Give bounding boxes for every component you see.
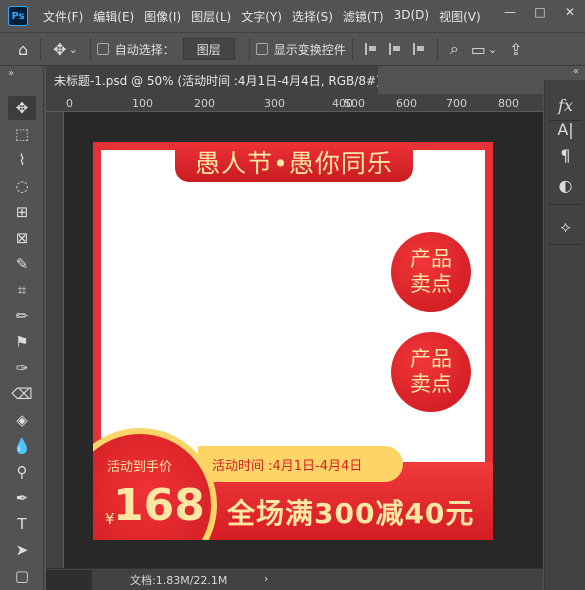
workspace-icon[interactable]: ▭	[471, 40, 486, 59]
brush-tool-icon[interactable]: ✏	[8, 304, 36, 328]
feature-badge-text: 产品 卖点	[410, 347, 452, 396]
pen-tool-icon[interactable]: ✒	[8, 486, 36, 510]
paths-panel-icon[interactable]: ⟡	[545, 214, 585, 240]
paragraph-panel-icon[interactable]: ¶	[545, 142, 585, 168]
main-menu: 文件(F) 编辑(E) 图像(I) 图层(L) 文字(Y) 选择(S) 滤镜(T…	[38, 8, 486, 25]
adjustments-icon[interactable]: ◐	[545, 172, 585, 198]
promo-text: 全场满300减40元	[227, 497, 475, 530]
menu-file[interactable]: 文件(F)	[38, 8, 88, 25]
align-center-icon[interactable]	[388, 43, 401, 55]
ruler-label: 300	[264, 97, 285, 110]
search-icon[interactable]: ⌕	[450, 39, 459, 59]
divider	[40, 38, 42, 60]
quick-select-tool-icon[interactable]: ◌	[8, 174, 36, 198]
menu-filter[interactable]: 滤镜(T)	[338, 8, 389, 25]
right-panel-collapse-icon[interactable]: «	[544, 66, 585, 80]
feature-badge: 产品 卖点	[391, 232, 471, 312]
ruler-label: 200	[194, 97, 215, 110]
history-brush-tool-icon[interactable]: ✑	[8, 356, 36, 380]
workspace-chevron-down-icon[interactable]: ⌄	[488, 43, 497, 56]
zoom-field[interactable]	[46, 570, 92, 590]
menu-view[interactable]: 视图(V)	[434, 8, 486, 25]
path-selection-tool-icon[interactable]: ➤	[8, 538, 36, 562]
divider	[549, 204, 582, 205]
type-tool-icon[interactable]: T	[8, 512, 36, 536]
minimize-button[interactable]: —	[495, 0, 525, 24]
window-controls: — □ ✕	[495, 0, 585, 24]
right-panel-dock: fx A| ¶ ◐ ⟡	[544, 80, 585, 590]
options-bar: ⌂ ✥ ⌄ 自动选择： 图层 显示变换控件 ⌕ ▭ ⌄ ⇪	[0, 32, 585, 66]
vertical-ruler[interactable]	[46, 112, 64, 568]
align-left-icon[interactable]	[364, 43, 377, 55]
character-panel-icon[interactable]: A|	[545, 116, 585, 142]
divider	[351, 38, 353, 60]
lasso-tool-icon[interactable]: ⌇	[8, 148, 36, 172]
menu-layer[interactable]: 图层(L)	[186, 8, 236, 25]
status-bar: 文档:1.83M/22.1M ›	[46, 568, 543, 590]
move-tool-icon[interactable]: ✥	[8, 96, 36, 120]
blur-tool-icon[interactable]: 💧	[8, 434, 36, 458]
healing-brush-tool-icon[interactable]: ⌗	[8, 278, 36, 302]
event-time-pill: 活动时间 :4月1日-4月4日	[198, 446, 403, 482]
glyphs-fx-icon[interactable]: fx	[545, 92, 585, 118]
price-value: 168	[113, 480, 205, 531]
event-time-text: 活动时间 :4月1日-4月4日	[212, 458, 363, 474]
ruler-label: 500	[344, 97, 365, 110]
home-icon[interactable]: ⌂	[18, 40, 28, 59]
ruler-label: 100	[132, 97, 153, 110]
marquee-tool-icon[interactable]: ⬚	[8, 122, 36, 146]
price-label: 活动到手价	[107, 460, 173, 475]
clone-stamp-tool-icon[interactable]: ⚑	[8, 330, 36, 354]
dodge-tool-icon[interactable]: ⚲	[8, 460, 36, 484]
auto-select-checkbox[interactable]	[96, 43, 109, 55]
ruler-label: 800	[498, 97, 519, 110]
feature-badge: 产品 卖点	[391, 332, 471, 412]
menu-edit[interactable]: 编辑(E)	[88, 8, 139, 25]
move-tool-icon[interactable]: ✥	[53, 40, 66, 59]
canvas-area[interactable]: 愚人节•愚你同乐 产品 卖点 产品 卖点 活动时间 :4月1日-4月4日 活动到…	[64, 112, 543, 568]
share-icon[interactable]: ⇪	[509, 40, 522, 59]
eraser-tool-icon[interactable]: ⌫	[8, 382, 36, 406]
document-info: 文档:1.83M/22.1M	[130, 574, 228, 587]
auto-select-label: 自动选择：	[114, 42, 175, 57]
ruler-label: 700	[446, 97, 467, 110]
feature-badge-text: 产品 卖点	[410, 247, 452, 296]
align-right-icon[interactable]	[412, 43, 425, 55]
auto-select-target-select[interactable]: 图层	[182, 38, 235, 60]
menu-bar: Ps 文件(F) 编辑(E) 图像(I) 图层(L) 文字(Y) 选择(S) 滤…	[0, 0, 585, 32]
collapse-chevron-icon[interactable]: »	[8, 68, 14, 79]
title-banner: 愚人节•愚你同乐	[175, 142, 413, 182]
divider	[248, 38, 250, 60]
paint-bucket-tool-icon[interactable]: ◈	[8, 408, 36, 432]
tabs-strip	[378, 66, 543, 94]
frame-tool-icon[interactable]: ⊠	[8, 226, 36, 250]
eyedropper-tool-icon[interactable]: ✎	[8, 252, 36, 276]
menu-3d[interactable]: 3D(D)	[389, 8, 434, 25]
ruler-label: 0	[66, 97, 73, 110]
photoshop-logo: Ps	[8, 6, 28, 26]
document-tab[interactable]: 未标题-1.psd @ 50% (活动时间 :4月1日-4月4日, RGB/8#…	[46, 66, 398, 94]
divider	[436, 38, 438, 60]
ruler-label: 600	[396, 97, 417, 110]
maximize-button[interactable]: □	[525, 0, 555, 24]
menu-image[interactable]: 图像(I)	[139, 8, 186, 25]
crop-tool-icon[interactable]: ⊞	[8, 200, 36, 224]
tools-panel: » ✥ ⬚ ⌇ ◌ ⊞ ⊠ ✎ ⌗ ✏ ⚑ ✑ ⌫ ◈ 💧 ⚲ ✒ T ➤ ▢	[0, 66, 44, 590]
divider	[549, 244, 582, 245]
design-title: 愚人节•愚你同乐	[195, 149, 393, 178]
menu-type[interactable]: 文字(Y)	[236, 8, 287, 25]
horizontal-ruler[interactable]: 0 100 200 300 400 500 600 700 800	[46, 94, 543, 112]
rectangle-tool-icon[interactable]: ▢	[8, 564, 36, 588]
tool-preset-chevron-down-icon[interactable]: ⌄	[69, 43, 78, 56]
close-window-button[interactable]: ✕	[555, 0, 585, 24]
show-transform-label: 显示变换控件	[273, 42, 346, 57]
show-transform-checkbox[interactable]	[255, 43, 268, 55]
divider	[89, 38, 91, 60]
document-tab-title: 未标题-1.psd @ 50% (活动时间 :4月1日-4月4日, RGB/8#…	[54, 73, 381, 88]
status-menu-arrow-icon[interactable]: ›	[264, 572, 268, 585]
design-artboard[interactable]: 愚人节•愚你同乐 产品 卖点 产品 卖点 活动时间 :4月1日-4月4日 活动到…	[93, 142, 493, 540]
menu-select[interactable]: 选择(S)	[287, 8, 338, 25]
